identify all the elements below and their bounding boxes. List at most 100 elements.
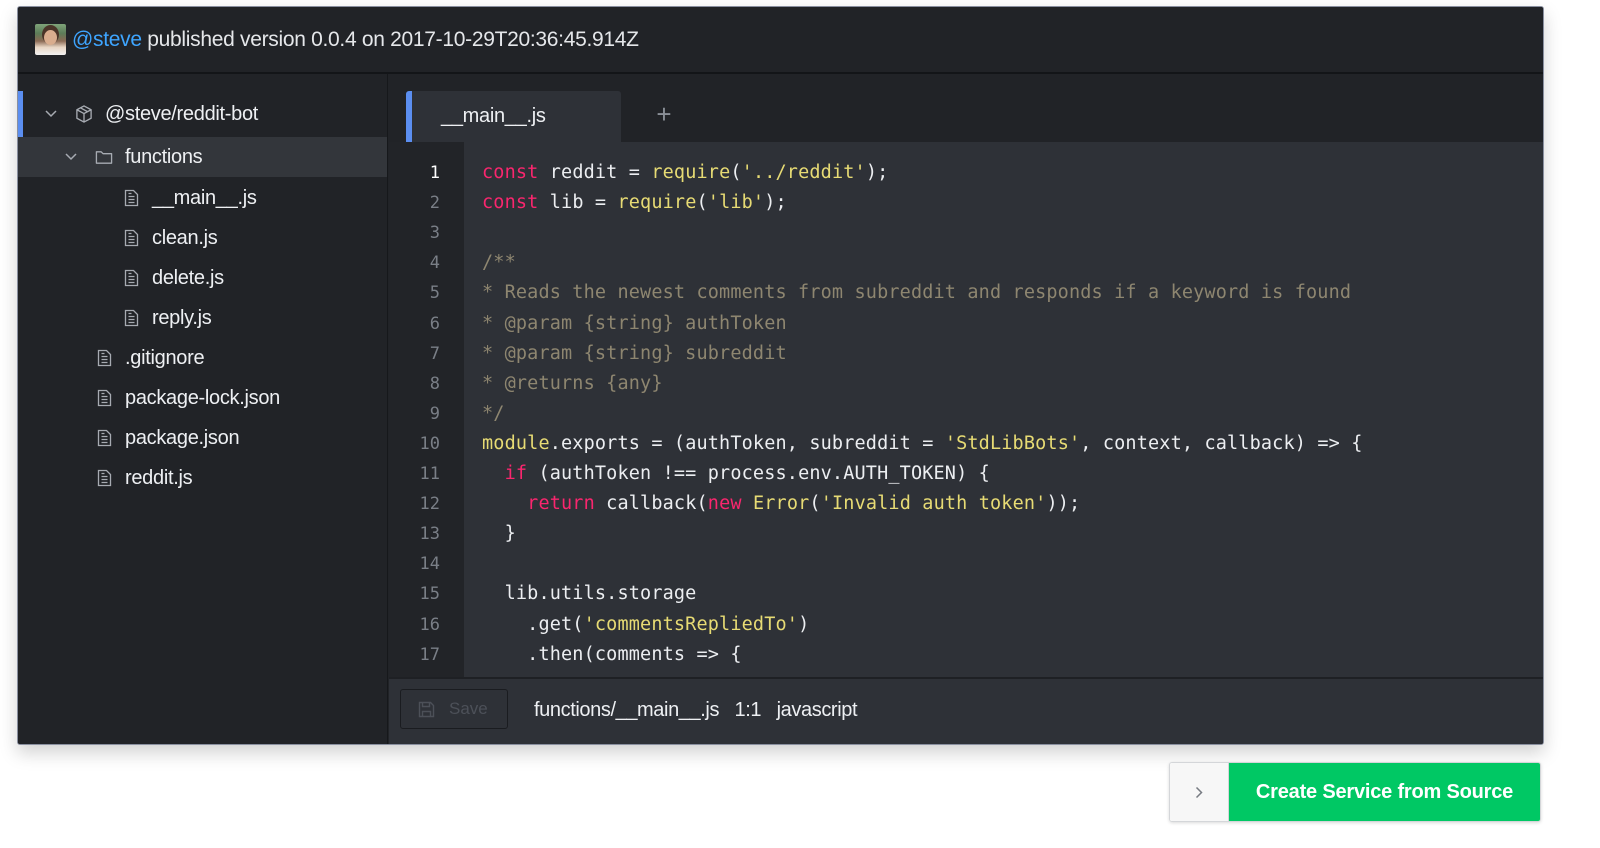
package-icon bbox=[75, 104, 93, 124]
code-token: if bbox=[504, 463, 528, 484]
code-line[interactable]: * Reads the newest comments from subredd… bbox=[482, 278, 1351, 308]
chevron-down-icon[interactable] bbox=[45, 108, 57, 120]
file-icon bbox=[122, 188, 140, 208]
tree-file-delete[interactable]: delete.js bbox=[18, 258, 387, 298]
code-line[interactable]: module.exports = (authToken, subreddit =… bbox=[482, 429, 1362, 459]
tree-file-reddit[interactable]: reddit.js bbox=[18, 458, 387, 498]
tree-label: .gitignore bbox=[125, 346, 205, 369]
code-line[interactable]: if (authToken !== process.env.AUTH_TOKEN… bbox=[482, 459, 990, 489]
code-line[interactable]: .then(comments => { bbox=[482, 640, 742, 670]
file-icon bbox=[95, 428, 113, 448]
code-token: * @param {string} authToken bbox=[482, 312, 787, 334]
code-token: const bbox=[482, 162, 539, 183]
code-token: require bbox=[617, 192, 697, 214]
line-number-gutter: 1 2 3 4 5 6 7 8 9 10 11 12 13 14 15 16 17 bbox=[389, 142, 464, 677]
line-number: 6 bbox=[429, 313, 440, 334]
line-number: 11 bbox=[419, 464, 440, 484]
tree-label: package.json bbox=[125, 426, 240, 449]
code-token: ( bbox=[809, 493, 821, 515]
tab-main-js[interactable]: __main__.js bbox=[406, 91, 621, 142]
status-bar: Save functions/__main__.js 1:1 javascrip… bbox=[389, 677, 1543, 744]
code-line[interactable]: const lib = require('lib'); bbox=[482, 188, 787, 218]
code-line[interactable]: .get('commentsRepliedTo') bbox=[482, 610, 809, 640]
tree-file-main[interactable]: __main__.js bbox=[18, 178, 387, 218]
code-token: Error bbox=[752, 493, 810, 515]
tree-label: reddit.js bbox=[125, 466, 193, 489]
code-token: '../reddit' bbox=[741, 162, 866, 183]
add-tab-button[interactable]: + bbox=[654, 101, 674, 127]
code-editor: __main__.js + 1 2 3 4 5 6 7 8 9 10 11 12 13 14 15 16 17 … bbox=[389, 74, 1543, 744]
file-icon bbox=[122, 228, 140, 248]
status-language: javascript bbox=[776, 699, 858, 721]
tree-file-package-lock[interactable]: package-lock.json bbox=[18, 378, 387, 418]
tree-label: functions bbox=[125, 145, 203, 168]
user-link[interactable]: @steve bbox=[72, 28, 142, 51]
code-line[interactable]: */ bbox=[482, 399, 505, 429]
line-number: 5 bbox=[429, 283, 440, 304]
code-token: ) bbox=[798, 613, 810, 635]
line-number: 1 bbox=[429, 163, 440, 183]
code-line[interactable]: const reddit = require('../reddit'); bbox=[482, 158, 888, 188]
create-service-group: Create Service from Source bbox=[1169, 762, 1541, 822]
line-number: 13 bbox=[419, 524, 440, 545]
code-token: lib.utils.storage bbox=[482, 583, 697, 605]
create-service-button[interactable]: Create Service from Source bbox=[1229, 763, 1540, 821]
tree-file-clean[interactable]: clean.js bbox=[18, 218, 387, 258]
code-token: new bbox=[707, 493, 742, 515]
tree-folder-functions[interactable]: functions bbox=[18, 137, 387, 177]
save-icon bbox=[418, 701, 435, 717]
code-token: * Reads the newest comments from subredd… bbox=[482, 282, 1352, 304]
file-icon bbox=[95, 348, 113, 368]
tree-label: clean.js bbox=[152, 226, 218, 249]
tree-root-package[interactable]: @steve/reddit-bot bbox=[18, 94, 387, 134]
status-file-path: functions/__main__.js bbox=[534, 699, 720, 721]
code-token: */ bbox=[482, 402, 505, 424]
code-line[interactable]: return callback(new Error('Invalid auth … bbox=[482, 489, 1080, 519]
code-area[interactable]: const reddit = require('../reddit'); cons… bbox=[464, 142, 1543, 677]
code-line[interactable]: * @returns {any} bbox=[482, 369, 663, 399]
active-tab-indicator bbox=[406, 91, 412, 142]
tree-label: delete.js bbox=[152, 266, 224, 289]
line-number: 7 bbox=[429, 343, 440, 364]
expand-options-button[interactable] bbox=[1170, 763, 1229, 821]
code-token: require bbox=[651, 162, 731, 183]
line-number: 12 bbox=[419, 494, 440, 515]
code-token: .exports = (authToken, subreddit = bbox=[549, 432, 945, 454]
publish-header: @steve published version 0.0.4 on 2017-1… bbox=[18, 7, 1543, 74]
tab-label: __main__.js bbox=[441, 105, 546, 127]
line-number: 14 bbox=[419, 554, 440, 575]
code-token: return bbox=[527, 493, 595, 515]
code-token: module bbox=[482, 432, 550, 454]
save-button[interactable]: Save bbox=[400, 689, 508, 729]
tree-file-gitignore[interactable]: .gitignore bbox=[18, 338, 387, 378]
code-token: .then(comments => { bbox=[482, 643, 742, 665]
code-token: reddit = bbox=[538, 162, 652, 183]
code-line[interactable]: lib.utils.storage bbox=[482, 579, 697, 609]
line-number: 17 bbox=[419, 644, 440, 665]
line-number: 4 bbox=[429, 253, 440, 274]
tree-file-package[interactable]: package.json bbox=[18, 418, 387, 458]
code-line[interactable]: } bbox=[482, 519, 516, 549]
chevron-down-icon[interactable] bbox=[65, 151, 77, 163]
code-token: ( bbox=[730, 162, 742, 183]
code-token: 'Invalid auth token' bbox=[820, 493, 1047, 515]
file-icon bbox=[122, 308, 140, 328]
file-icon bbox=[122, 268, 140, 288]
publish-message: @steve published version 0.0.4 on 2017-1… bbox=[72, 28, 639, 52]
line-number: 8 bbox=[429, 373, 440, 394]
line-number: 9 bbox=[429, 403, 440, 424]
code-line[interactable]: /** bbox=[482, 248, 516, 278]
code-line[interactable]: * @param {string} subreddit bbox=[482, 339, 787, 369]
status-info: functions/__main__.js 1:1 javascript bbox=[534, 699, 858, 722]
tree-label: __main__.js bbox=[152, 186, 257, 209]
chevron-right-icon bbox=[1195, 786, 1203, 798]
user-avatar[interactable] bbox=[35, 24, 66, 55]
publish-details: published version 0.0.4 on 2017-10-29T20… bbox=[141, 27, 639, 51]
code-token: (authToken !== process.env.AUTH_TOKEN) { bbox=[527, 463, 990, 484]
code-line[interactable]: * @param {string} authToken bbox=[482, 309, 787, 339]
file-icon bbox=[95, 468, 113, 488]
tree-file-reply[interactable]: reply.js bbox=[18, 298, 387, 338]
